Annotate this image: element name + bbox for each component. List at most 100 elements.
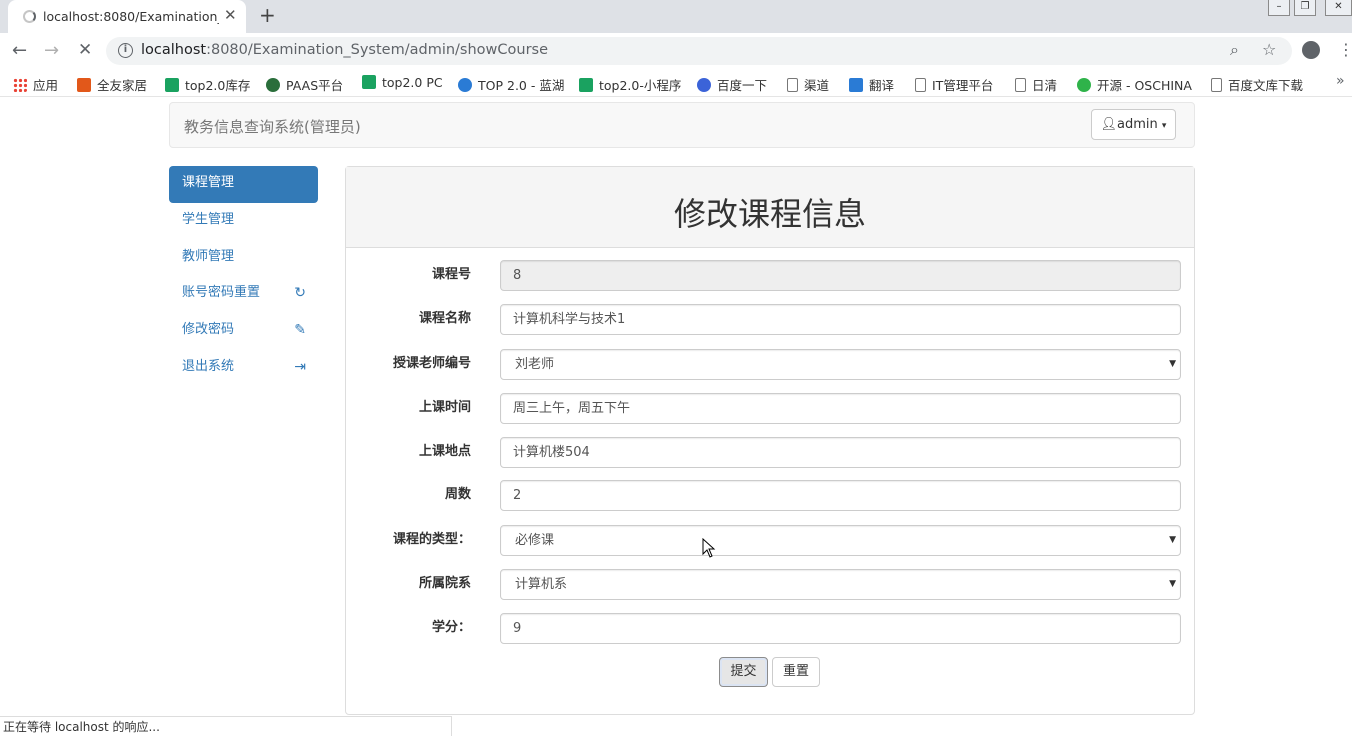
teacher-select[interactable]: 刘老师 ▼ (500, 349, 1181, 380)
bookmark-item[interactable]: top2.0-小程序 (579, 75, 681, 94)
sidebar-item-label: 账号密码重置 (182, 285, 261, 301)
course-name-input[interactable]: 计算机科学与技术1 (500, 304, 1181, 335)
new-tab-button[interactable]: + (259, 3, 276, 27)
url-text[interactable]: localhost:8080/Examination_System/admin/… (141, 42, 548, 58)
page-icon (1211, 78, 1222, 92)
bookmark-item[interactable]: 日清 (1015, 75, 1057, 94)
form-row-course-time: 上课时间 周三上午，周五下午 (346, 393, 1196, 432)
browser-status-bar: 正在等待 localhost 的响应... (0, 716, 452, 736)
refresh-icon: ↻ (294, 285, 306, 302)
lanhu-icon (458, 78, 472, 92)
restore-window-icon[interactable]: ❐ (1294, 0, 1316, 16)
mouse-cursor-icon (702, 538, 716, 558)
sidebar-item-label: 课程管理 (182, 175, 235, 190)
bookmark-item[interactable]: 百度一下 (697, 75, 767, 94)
submit-button[interactable]: 提交 (719, 657, 768, 687)
site-info-icon[interactable]: i (118, 43, 133, 58)
browser-toolbar: ← → ✕ i localhost:8080/Examination_Syste… (0, 33, 1352, 69)
sidebar-item-label: 教师管理 (182, 248, 235, 264)
sidebar-item-teacher[interactable]: 教师管理 (169, 240, 318, 277)
college-label: 所属院系 (418, 576, 471, 591)
play-icon (165, 78, 179, 92)
form-row-credits: 学分： 9 (346, 613, 1196, 652)
teacher-selected-value: 刘老师 (515, 357, 555, 372)
address-bar[interactable]: i localhost:8080/Examination_System/admi… (106, 37, 1292, 65)
bookmark-item[interactable]: 全友家居 (77, 75, 147, 94)
oschina-icon (1077, 78, 1091, 92)
course-id-input: 8 (500, 260, 1181, 291)
sidebar-item-course[interactable]: 课程管理 (169, 166, 318, 203)
sidebar-item-student[interactable]: 学生管理 (169, 203, 318, 240)
translate-icon (849, 78, 863, 92)
course-type-label: 课程的类型： (392, 532, 471, 547)
form-row-course-type: 课程的类型： 必修课 ▼ (346, 525, 1196, 564)
browser-menu-icon[interactable]: ⋮ (1338, 40, 1352, 59)
form-row-college: 所属院系 计算机系 ▼ (346, 569, 1196, 608)
more-bookmarks-icon[interactable]: » (1336, 73, 1345, 89)
page-icon (915, 78, 926, 92)
user-dropdown-button[interactable]: 👤︎admin ▾ (1091, 109, 1176, 140)
close-window-icon[interactable]: ✕ (1325, 0, 1352, 16)
bookmark-item[interactable]: top2.0 PC (362, 75, 443, 90)
page-icon (787, 78, 798, 92)
bookmark-item[interactable]: PAAS平台 (266, 75, 343, 94)
dropdown-arrow-icon: ▼ (1169, 579, 1176, 589)
pencil-icon: ✎ (294, 322, 306, 339)
bookmark-item[interactable]: 应用 (13, 75, 58, 94)
user-icon: 👤︎ (1100, 117, 1118, 132)
play-icon (579, 78, 593, 92)
course-id-label: 课程号 (431, 267, 471, 282)
reset-button[interactable]: 重置 (772, 657, 820, 687)
bookmark-item[interactable]: IT管理平台 (915, 75, 993, 94)
logout-icon: ⇥ (294, 358, 306, 375)
course-time-input[interactable]: 周三上午，周五下午 (500, 393, 1181, 424)
form-row-course-id: 课程号 8 (346, 260, 1196, 299)
weeks-input[interactable]: 2 (500, 480, 1181, 511)
brand-title[interactable]: 教务信息查询系统(管理员) (184, 116, 361, 137)
course-type-select[interactable]: 必修课 ▼ (500, 525, 1181, 556)
sidebar-item-reset-password[interactable]: 账号密码重置 ↻ (169, 276, 318, 313)
panel-heading: 修改课程信息 (346, 167, 1194, 248)
form-row-classroom: 上课地点 计算机楼504 (346, 437, 1196, 476)
play-icon (362, 75, 376, 89)
sidebar-nav: 课程管理 学生管理 教师管理 账号密码重置 ↻ 修改密码 ✎ 退出系统 ⇥ (169, 166, 318, 387)
baidu-paw-icon (697, 78, 711, 92)
bookmark-item[interactable]: top2.0库存 (165, 75, 250, 94)
credits-label: 学分： (431, 620, 471, 635)
apps-grid-icon (13, 78, 27, 92)
credits-input[interactable]: 9 (500, 613, 1181, 644)
dropdown-arrow-icon: ▼ (1169, 359, 1176, 369)
minimize-window-icon[interactable]: – (1268, 0, 1290, 16)
classroom-input[interactable]: 计算机楼504 (500, 437, 1181, 468)
course-time-label: 上课时间 (418, 400, 471, 415)
bookmark-item[interactable]: 开源 - OSCHINA (1077, 75, 1192, 94)
form-row-course-name: 课程名称 计算机科学与技术1 (346, 304, 1196, 343)
top-navbar: 教务信息查询系统(管理员) 👤︎admin ▾ (169, 102, 1195, 148)
bookmarks-bar: 应用 全友家居 top2.0库存 PAAS平台 top2.0 PC TOP 2.… (0, 69, 1352, 97)
back-arrow-icon[interactable]: ← (12, 40, 27, 61)
bookmark-item[interactable]: 渠道 (787, 75, 829, 94)
sidebar-item-label: 学生管理 (182, 211, 235, 227)
browser-tab[interactable]: localhost:8080/Examination_System/admin/… (8, 0, 246, 33)
bookmark-item[interactable]: TOP 2.0 - 蓝湖 (458, 75, 564, 94)
bookmark-item[interactable]: 百度文库下载 (1211, 75, 1303, 94)
form-row-weeks: 周数 2 (346, 480, 1196, 519)
sidebar-item-change-password[interactable]: 修改密码 ✎ (169, 313, 318, 350)
sidebar-item-label: 退出系统 (182, 358, 235, 374)
caret-down-icon: ▾ (1161, 121, 1167, 131)
stop-loading-icon[interactable]: ✕ (78, 40, 92, 60)
zoom-search-icon[interactable]: ⌕ (1230, 40, 1239, 60)
close-tab-icon[interactable]: ✕ (224, 6, 237, 24)
classroom-label: 上课地点 (418, 444, 471, 459)
college-selected-value: 计算机系 (515, 577, 568, 592)
bookmark-star-icon[interactable]: ☆ (1262, 40, 1276, 59)
bookmark-item[interactable]: 翻译 (849, 75, 894, 94)
globe-icon (266, 78, 280, 92)
page-title: 修改课程信息 (673, 195, 866, 233)
sidebar-item-logout[interactable]: 退出系统 ⇥ (169, 350, 318, 387)
forward-arrow-icon[interactable]: → (44, 40, 59, 61)
tab-title: localhost:8080/Examination_System/admin/… (43, 9, 219, 24)
college-select[interactable]: 计算机系 ▼ (500, 569, 1181, 600)
profile-avatar-icon[interactable] (1302, 41, 1320, 59)
user-name-label: admin (1117, 117, 1158, 132)
